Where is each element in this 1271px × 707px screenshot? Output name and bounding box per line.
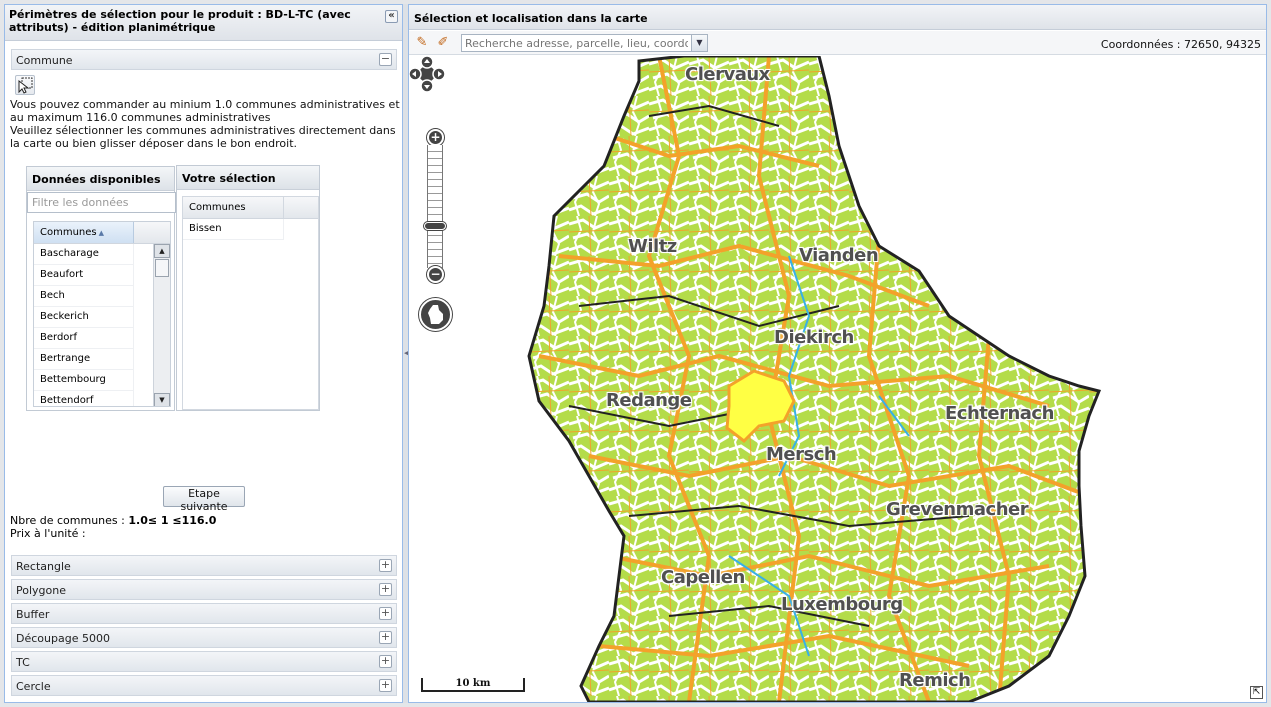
grid-header: Communes <box>183 197 318 219</box>
section-polygone[interactable]: Polygone + <box>11 579 397 600</box>
country-extent-icon[interactable] <box>419 298 452 331</box>
column-header-communes[interactable]: Communes ▲ <box>34 222 134 243</box>
pencil-edit-icon[interactable]: ✎ <box>414 35 430 51</box>
list-item[interactable]: Bissen <box>183 219 284 240</box>
count-label: Nbre de communes : <box>10 514 129 527</box>
map-label-vianden: Vianden <box>799 245 879 266</box>
section-polygone-label: Polygone <box>16 584 66 597</box>
available-communes-grid: Communes ▲ Bascharage Beaufort Bech Becke… <box>33 221 171 407</box>
section-commune[interactable]: Commune − <box>11 49 397 70</box>
section-decoupage[interactable]: Découpage 5000 + <box>11 627 397 648</box>
location-search: ▼ <box>461 34 708 52</box>
your-selection-panel: Votre sélection Communes Bissen <box>176 165 320 411</box>
section-cercle[interactable]: Cercle + <box>11 675 397 696</box>
grid-scrollbar[interactable]: ▲ ▼ <box>153 244 170 406</box>
column-header-label: Communes <box>40 227 97 238</box>
next-step-button[interactable]: Etape suivante <box>163 486 245 513</box>
list-item[interactable]: Bettendorf <box>34 391 134 406</box>
map-canvas[interactable]: Clervaux Wiltz Vianden Diekirch Redange … <box>409 56 1266 702</box>
section-decoupage-label: Découpage 5000 <box>16 632 110 645</box>
count-value: 1.0≤ 1 ≤116.0 <box>128 514 217 527</box>
scroll-down-icon[interactable]: ▼ <box>154 393 170 406</box>
section-commune-toggle[interactable]: − <box>379 53 392 66</box>
section-rectangle[interactable]: Rectangle + <box>11 555 397 576</box>
section-polygone-toggle[interactable]: + <box>379 583 392 596</box>
map-panel: Sélection et localisation dans la carte … <box>408 4 1267 703</box>
selection-perimeter-panel: Périmètres de sélection pour le produit … <box>4 4 403 703</box>
collapse-panel-button[interactable]: « <box>385 10 398 23</box>
scroll-up-icon[interactable]: ▲ <box>154 244 170 258</box>
map-label-remich: Remich <box>899 670 971 691</box>
list-item[interactable]: Bech <box>34 286 134 307</box>
coordinates-readout: Coordonnées : 72650, 94325 <box>1100 38 1261 51</box>
section-commune-label: Commune <box>16 54 73 67</box>
section-tc-toggle[interactable]: + <box>379 655 392 668</box>
overview-map-toggle-icon[interactable]: ⇱ <box>1250 686 1263 699</box>
zoom-out-icon[interactable]: − <box>427 266 444 283</box>
list-item[interactable]: Beckerich <box>34 307 134 328</box>
selected-communes-grid: Communes Bissen <box>182 196 319 410</box>
grid-header: Communes ▲ <box>34 222 170 244</box>
map-panel-title: Sélection et localisation dans la carte <box>409 5 1266 30</box>
list-item[interactable]: Bertrange <box>34 349 134 370</box>
instructions-line-1: Vous pouvez commander au minium 1.0 comm… <box>10 98 400 124</box>
unit-price-label: Prix à l'unité : <box>10 527 86 540</box>
list-item[interactable]: Berdorf <box>34 328 134 349</box>
country-outline-icon <box>428 305 443 324</box>
map-label-capellen: Capellen <box>661 567 745 588</box>
map-label-luxembourg: Luxembourg <box>781 594 903 615</box>
section-rectangle-toggle[interactable]: + <box>379 559 392 572</box>
map-label-echternach: Echternach <box>945 403 1054 424</box>
map-label-mersch: Mersch <box>766 444 837 465</box>
instructions-text: Vous pouvez commander au minium 1.0 comm… <box>10 98 400 150</box>
section-tc-label: TC <box>16 656 30 669</box>
instructions-line-2: Veuillez sélectionner les communes admin… <box>10 124 396 150</box>
list-item[interactable]: Bascharage <box>34 244 134 265</box>
map-label-wiltz: Wiltz <box>628 236 677 257</box>
section-tc[interactable]: TC + <box>11 651 397 672</box>
map-label-redange: Redange <box>606 390 692 411</box>
section-buffer-toggle[interactable]: + <box>379 607 392 620</box>
your-selection-title: Votre sélection <box>177 166 319 190</box>
map-label-diekirch: Diekirch <box>774 327 854 348</box>
scroll-thumb[interactable] <box>155 259 169 277</box>
cursor-select-icon <box>18 77 33 94</box>
scale-label: 10 km <box>455 678 491 689</box>
zoom-in-icon[interactable]: + <box>427 129 444 146</box>
panel-title: Périmètres de sélection pour le produit … <box>5 5 402 41</box>
chevron-down-icon[interactable]: ▼ <box>691 35 707 51</box>
list-item[interactable]: Bettembourg <box>34 370 134 391</box>
map-label-clervaux: Clervaux <box>685 64 770 85</box>
available-data-panel: Données disponibles Communes▲ Bascharage… <box>26 166 176 411</box>
location-search-input[interactable] <box>462 35 691 51</box>
section-cercle-toggle[interactable]: + <box>379 679 392 692</box>
select-on-map-tool[interactable] <box>15 75 35 95</box>
zoom-slider-handle[interactable] <box>424 222 446 230</box>
section-cercle-label: Cercle <box>16 680 51 693</box>
section-buffer[interactable]: Buffer + <box>11 603 397 624</box>
commune-count-info: Nbre de communes : 1.0≤ 1 ≤116.0 Prix à … <box>10 514 216 540</box>
column-header-communes[interactable]: Communes <box>183 197 284 218</box>
map-toolbar: ✎ ✐ ▼ Coordonnées : 72650, 94325 <box>409 31 1266 55</box>
section-rectangle-label: Rectangle <box>16 560 71 573</box>
list-item[interactable]: Beaufort <box>34 265 134 286</box>
sort-ascending-icon: ▲ <box>98 229 105 237</box>
map-label-grevenmacher: Grevenmacher <box>886 499 1029 520</box>
pencil-draw-icon[interactable]: ✐ <box>435 35 451 51</box>
panel-title-text: Périmètres de sélection pour le produit … <box>9 8 351 34</box>
available-data-title: Données disponibles <box>27 167 174 191</box>
section-buffer-label: Buffer <box>16 608 50 621</box>
filter-input[interactable] <box>27 192 176 213</box>
zoom-bar[interactable] <box>427 145 443 268</box>
pan-control-icon[interactable] <box>409 56 445 92</box>
section-decoupage-toggle[interactable]: + <box>379 631 392 644</box>
